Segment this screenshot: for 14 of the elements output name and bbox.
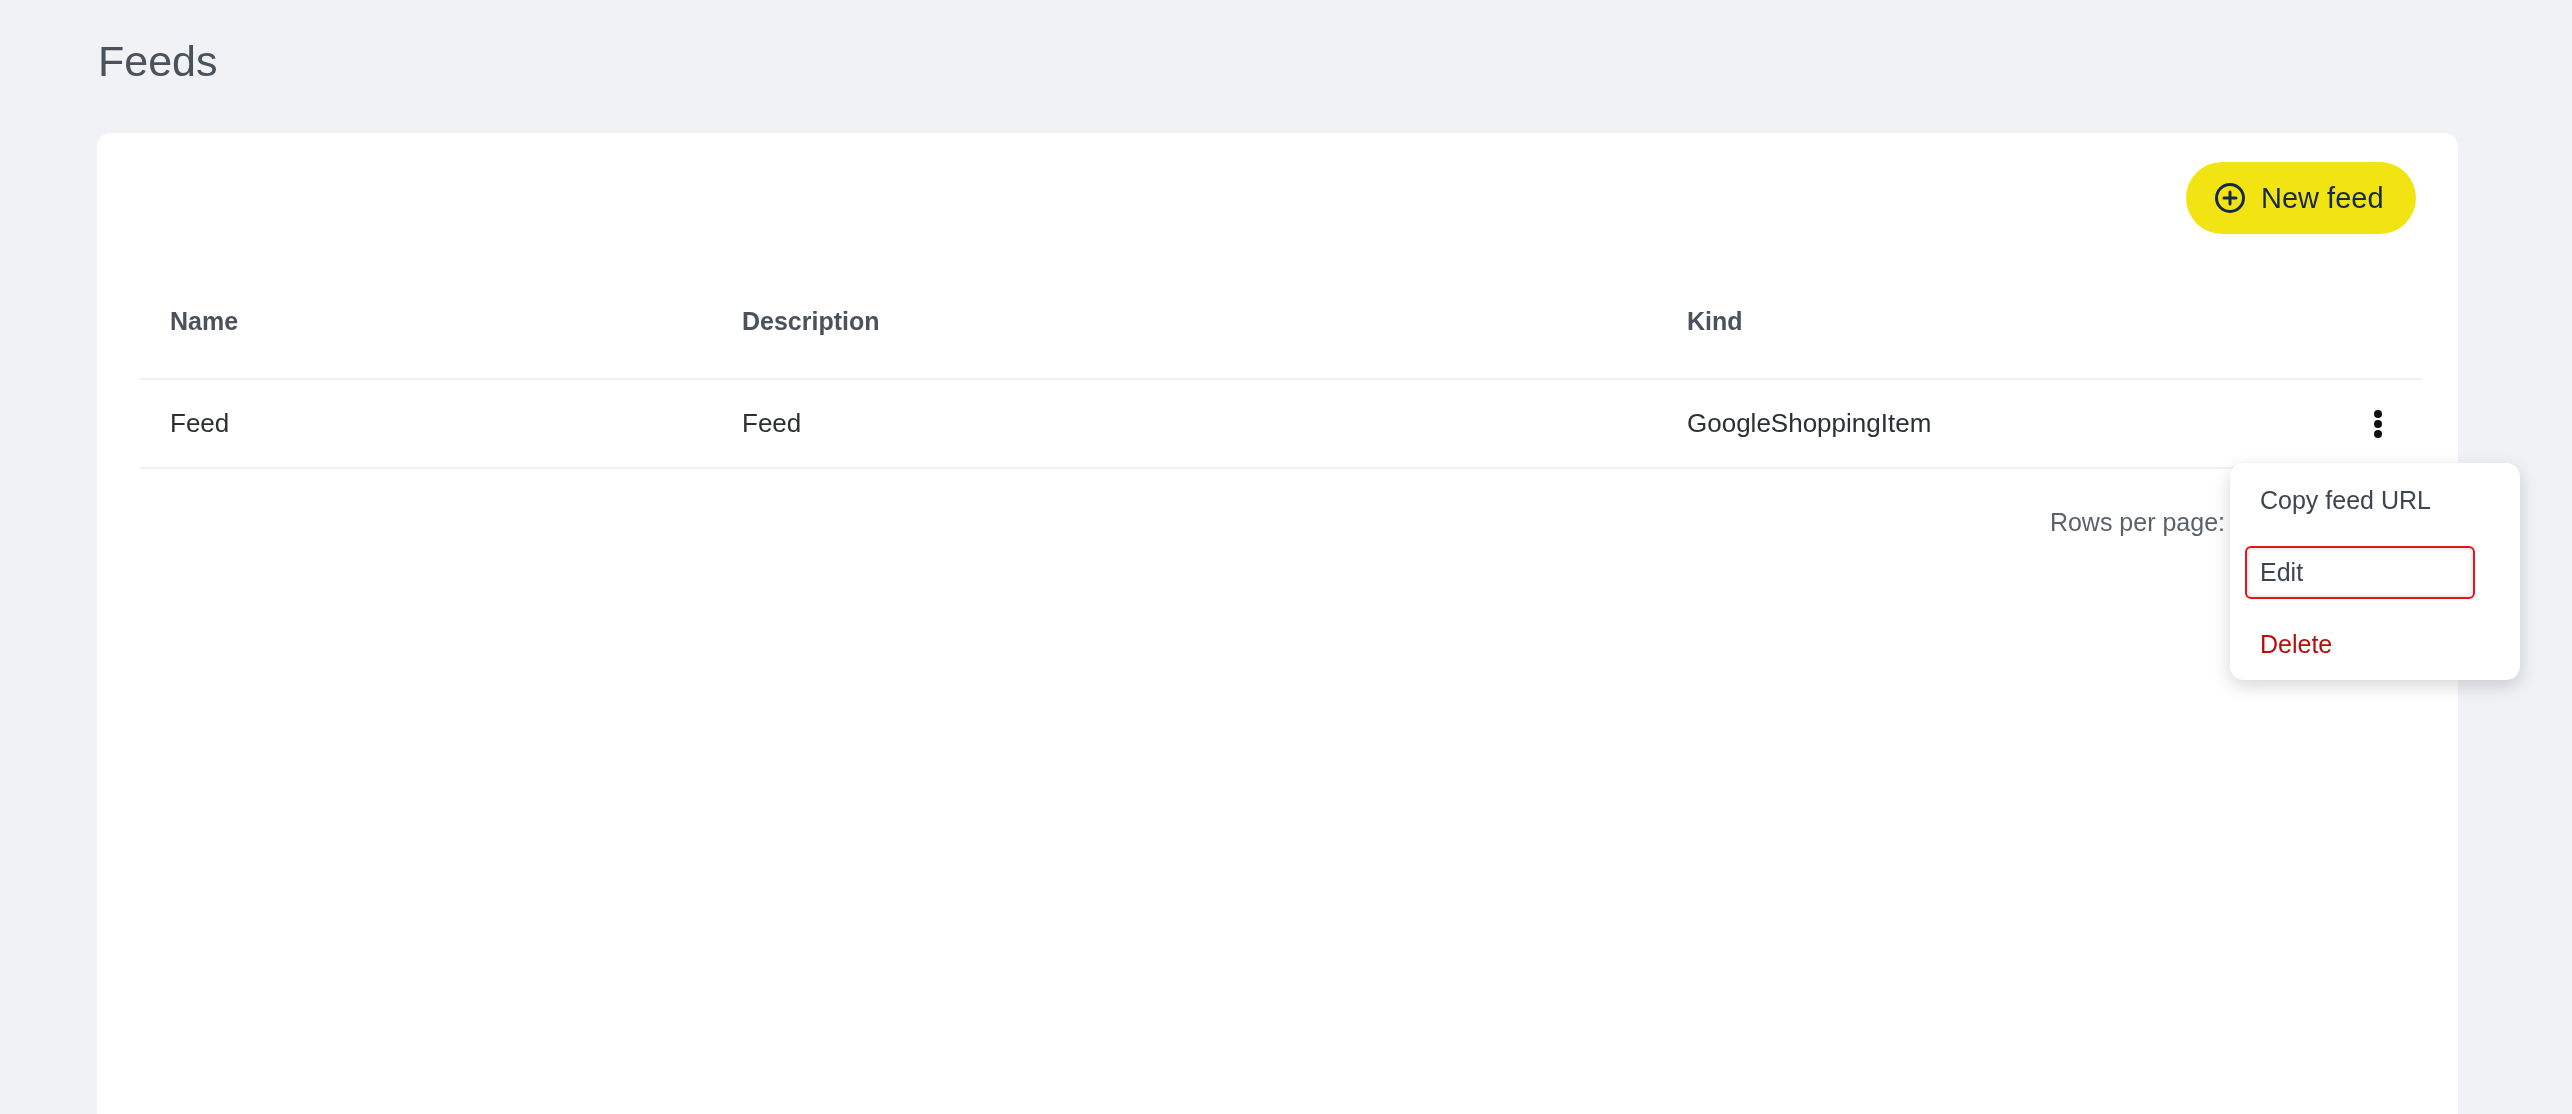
table-cell-text: Feed xyxy=(741,408,803,439)
more-icon[interactable] xyxy=(2374,409,2382,438)
menu-item[interactable]: Edit xyxy=(2245,546,2475,599)
table-cell-text: GoogleShoppingItem xyxy=(1686,408,1933,439)
column-header: Kind xyxy=(1686,306,1744,336)
column-header: Name xyxy=(169,306,240,336)
plus-circle-icon xyxy=(2215,183,2245,213)
menu-item[interactable]: Copy feed URL xyxy=(2245,474,2475,527)
new-feed-button[interactable]: New feed xyxy=(2186,162,2416,234)
column-header: Description xyxy=(741,306,881,336)
rows-per-page-label: Rows per page: xyxy=(2049,507,2225,537)
page-title: Feeds xyxy=(98,36,219,87)
menu-item[interactable]: Delete xyxy=(2245,618,2475,671)
table-cell-text: Feed xyxy=(169,408,231,439)
